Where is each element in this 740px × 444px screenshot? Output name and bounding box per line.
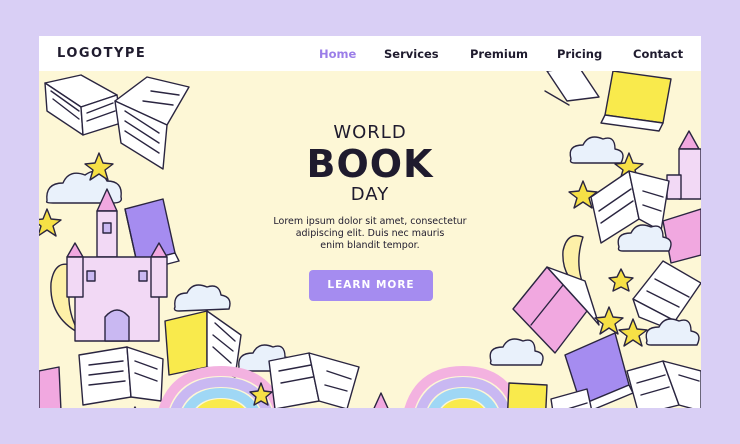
learn-more-button[interactable]: LEARN MORE	[309, 270, 433, 301]
top-navbar: LOGOTYPE Home Services Premium Pricing C…	[39, 36, 701, 71]
open-book-icon	[544, 71, 600, 106]
landing-page: LOGOTYPE Home Services Premium Pricing C…	[39, 36, 701, 408]
hero-description-line: enim blandit tempor.	[320, 240, 420, 251]
castle-icon	[373, 392, 389, 408]
cloud-icon	[489, 338, 544, 366]
castle-icon	[666, 130, 701, 200]
open-book-icon	[268, 352, 360, 408]
nav-home[interactable]: Home	[319, 47, 356, 61]
cloud-icon	[617, 224, 672, 252]
nav-pricing[interactable]: Pricing	[557, 47, 602, 61]
star-icon	[39, 208, 62, 237]
hero-section: WORLD BOOK DAY Lorem ipsum dolor sit ame…	[257, 122, 483, 252]
nav-services[interactable]: Services	[384, 47, 439, 61]
rainbow-icon	[404, 366, 522, 408]
open-book-icon	[626, 360, 701, 408]
open-book-icon	[44, 74, 122, 136]
nav-premium[interactable]: Premium	[470, 47, 528, 61]
open-book-icon	[78, 346, 164, 406]
hero-description: Lorem ipsum dolor sit amet, consectetur …	[257, 216, 483, 252]
closed-book-icon	[507, 382, 548, 408]
logo[interactable]: LOGOTYPE	[57, 46, 146, 61]
closed-book-icon	[600, 71, 672, 132]
star-icon	[608, 268, 634, 292]
star-icon	[618, 318, 648, 347]
hero-title-world: WORLD	[333, 122, 407, 143]
hero-title-day: DAY	[350, 184, 390, 205]
open-book-icon	[114, 76, 190, 170]
cloud-icon	[173, 284, 231, 312]
star-icon	[133, 406, 137, 408]
nav-contact[interactable]: Contact	[633, 47, 683, 61]
open-book-icon	[39, 366, 62, 408]
closed-book-icon	[662, 208, 701, 264]
hero-description-line: adipiscing elit. Duis nec mauris	[295, 228, 445, 239]
cloud-icon	[569, 136, 624, 164]
hero-title-book: BOOK	[306, 142, 434, 186]
hero-description-line: Lorem ipsum dolor sit amet, consectetur	[273, 216, 467, 227]
